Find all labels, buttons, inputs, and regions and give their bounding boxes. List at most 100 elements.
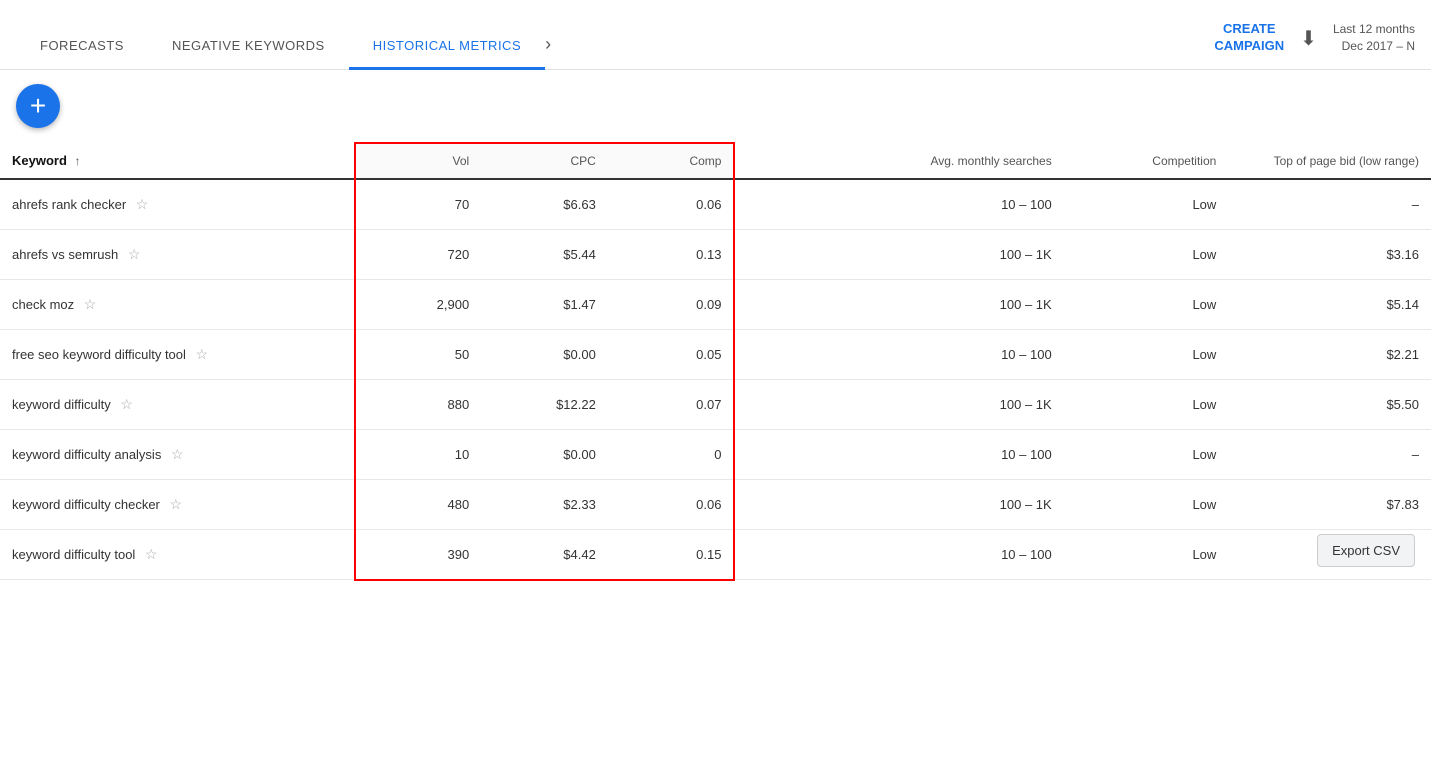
cell-spacer [734,380,810,430]
cell-keyword: ahrefs vs semrush ☆ [0,230,355,280]
col-header-keyword[interactable]: Keyword ↑ [0,143,355,179]
cell-competition: Low [1064,430,1229,480]
cell-top-bid: $3.16 [1228,230,1431,280]
cell-comp: 0.13 [608,230,735,280]
cell-cpc: $4.42 [481,530,608,580]
cell-comp: 0.06 [608,480,735,530]
cell-keyword: keyword difficulty tool ☆ [0,530,355,580]
table-row: keyword difficulty ☆ 880 $12.22 0.07 100… [0,380,1431,430]
cell-comp: 0.15 [608,530,735,580]
cell-competition: Low [1064,480,1229,530]
cell-cpc: $1.47 [481,280,608,330]
cell-keyword: keyword difficulty ☆ [0,380,355,430]
cell-cpc: $2.33 [481,480,608,530]
nav-right: CREATE CAMPAIGN ⬇ Last 12 months Dec 201… [1214,21,1415,69]
star-icon[interactable]: ☆ [136,196,149,212]
cell-comp: 0.06 [608,179,735,230]
cell-top-bid: Export CSV [1228,530,1431,580]
nav-bar: FORECASTS NEGATIVE KEYWORDS HISTORICAL M… [0,0,1431,70]
tab-historical-metrics[interactable]: HISTORICAL METRICS [349,38,545,70]
cell-spacer [734,530,810,580]
keywords-table: Keyword ↑ Vol CPC Comp Avg. monthly sear… [0,142,1431,581]
cell-competition: Low [1064,380,1229,430]
cell-comp: 0.07 [608,380,735,430]
tab-negative-keywords[interactable]: NEGATIVE KEYWORDS [148,38,349,70]
cell-competition: Low [1064,280,1229,330]
col-header-top-bid: Top of page bid (low range) [1228,143,1431,179]
cell-vol: 50 [355,330,482,380]
cell-comp: 0 [608,430,735,480]
cell-keyword: free seo keyword difficulty tool ☆ [0,330,355,380]
download-icon[interactable]: ⬇ [1300,26,1317,51]
star-icon[interactable]: ☆ [145,546,158,562]
star-icon[interactable]: ☆ [120,396,133,412]
cell-keyword: check moz ☆ [0,280,355,330]
cell-keyword: keyword difficulty checker ☆ [0,480,355,530]
col-header-spacer [734,143,810,179]
cell-competition: Low [1064,230,1229,280]
star-icon[interactable]: ☆ [84,296,97,312]
table-row: free seo keyword difficulty tool ☆ 50 $0… [0,330,1431,380]
cell-top-bid: $7.83 [1228,480,1431,530]
cell-avg-monthly: 100 – 1K [810,230,1063,280]
cell-vol: 480 [355,480,482,530]
star-icon[interactable]: ☆ [170,496,183,512]
cell-avg-monthly: 100 – 1K [810,480,1063,530]
table-row: keyword difficulty checker ☆ 480 $2.33 0… [0,480,1431,530]
cell-top-bid: – [1228,179,1431,230]
cell-vol: 880 [355,380,482,430]
col-header-comp: Comp [608,143,735,179]
cell-competition: Low [1064,530,1229,580]
cell-spacer [734,480,810,530]
cell-cpc: $6.63 [481,179,608,230]
star-icon[interactable]: ☆ [128,246,141,262]
table-row: keyword difficulty analysis ☆ 10 $0.00 0… [0,430,1431,480]
cell-vol: 390 [355,530,482,580]
table-row: ahrefs rank checker ☆ 70 $6.63 0.06 10 –… [0,179,1431,230]
cell-top-bid: $5.50 [1228,380,1431,430]
cell-spacer [734,230,810,280]
cell-top-bid: – [1228,430,1431,480]
col-header-competition: Competition [1064,143,1229,179]
cell-avg-monthly: 10 – 100 [810,430,1063,480]
cell-cpc: $5.44 [481,230,608,280]
col-header-vol: Vol [355,143,482,179]
cell-vol: 10 [355,430,482,480]
cell-avg-monthly: 100 – 1K [810,380,1063,430]
cell-cpc: $12.22 [481,380,608,430]
cell-cpc: $0.00 [481,430,608,480]
cell-avg-monthly: 10 – 100 [810,179,1063,230]
cell-vol: 70 [355,179,482,230]
keywords-table-wrapper: Keyword ↑ Vol CPC Comp Avg. monthly sear… [0,142,1431,581]
cell-competition: Low [1064,179,1229,230]
cell-spacer [734,430,810,480]
date-range-display: Last 12 months Dec 2017 – N [1333,21,1415,55]
add-button[interactable]: + [16,84,60,128]
sort-icon: ↑ [75,154,81,168]
star-icon[interactable]: ☆ [171,446,184,462]
cell-spacer [734,280,810,330]
cell-spacer [734,330,810,380]
table-row: ahrefs vs semrush ☆ 720 $5.44 0.13 100 –… [0,230,1431,280]
more-tabs-chevron[interactable]: › [545,34,551,69]
cell-avg-monthly: 10 – 100 [810,530,1063,580]
cell-keyword: ahrefs rank checker ☆ [0,179,355,230]
table-row: check moz ☆ 2,900 $1.47 0.09 100 – 1K Lo… [0,280,1431,330]
cell-top-bid: $5.14 [1228,280,1431,330]
cell-avg-monthly: 10 – 100 [810,330,1063,380]
tab-forecasts[interactable]: FORECASTS [16,38,148,70]
cell-cpc: $0.00 [481,330,608,380]
star-icon[interactable]: ☆ [196,346,209,362]
cell-keyword: keyword difficulty analysis ☆ [0,430,355,480]
cell-vol: 2,900 [355,280,482,330]
create-campaign-button[interactable]: CREATE CAMPAIGN [1214,21,1284,55]
col-header-avg-monthly: Avg. monthly searches [810,143,1063,179]
cell-top-bid: $2.21 [1228,330,1431,380]
table-row: keyword difficulty tool ☆ 390 $4.42 0.15… [0,530,1431,580]
cell-comp: 0.05 [608,330,735,380]
cell-competition: Low [1064,330,1229,380]
cell-avg-monthly: 100 – 1K [810,280,1063,330]
export-csv-button[interactable]: Export CSV [1317,534,1415,567]
cell-vol: 720 [355,230,482,280]
cell-spacer [734,179,810,230]
